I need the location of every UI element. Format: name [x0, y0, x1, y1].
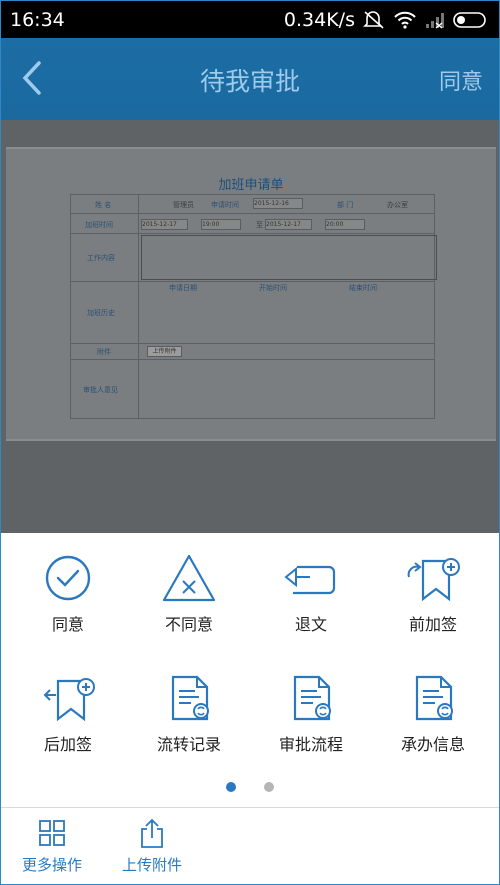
dept-value: 办公室 [387, 201, 408, 209]
overtime-label: 加班时间 [85, 221, 113, 229]
action-return[interactable]: 退文 [249, 533, 373, 643]
approver-opinion-label: 审批人意见 [83, 386, 118, 394]
more-actions-button[interactable]: 更多操作 [7, 808, 97, 884]
screen: 16:34 0.34K/s 待我审批 同意 加班申请单 姓 名 管理员 申请时间… [0, 0, 500, 885]
history-label: 加班历史 [87, 309, 115, 317]
to-text: 至 [256, 221, 263, 229]
action-disagree[interactable]: 不同意 [127, 533, 251, 643]
form-upload-button: 上传附件 [147, 346, 182, 357]
upload-attachment-label: 上传附件 [121, 856, 182, 874]
start-time-field: 19:00 [201, 219, 241, 230]
form-row-divider [71, 343, 434, 344]
history-header-apply-date: 申请日期 [169, 284, 197, 292]
form-title: 加班申请单 [218, 178, 284, 193]
form-row-divider [71, 281, 434, 282]
page-dot-active[interactable] [226, 782, 236, 792]
apply-time-field: 2015-12-16 [253, 198, 303, 209]
signal-icon [426, 13, 444, 29]
action-post-sign[interactable]: 后加签 [6, 653, 130, 763]
battery-icon [453, 12, 486, 28]
check-circle-icon [45, 555, 91, 601]
name-value: 管理员 [173, 201, 194, 209]
page-dot[interactable] [264, 782, 274, 792]
page-indicator [1, 782, 499, 794]
work-content-field [141, 235, 437, 280]
status-time: 16:34 [10, 9, 65, 31]
start-date-field: 2015-12-17 [141, 219, 188, 230]
action-label: 退文 [294, 615, 327, 634]
action-approval-flow[interactable]: 审批流程 [249, 653, 373, 763]
form-row-divider [71, 359, 434, 360]
action-handling-info[interactable]: 承办信息 [371, 653, 495, 763]
dept-label: 部 门 [337, 201, 354, 209]
history-header-start-time: 开始时间 [259, 284, 287, 292]
wifi-icon [394, 11, 416, 29]
upload-attachment-button[interactable]: 上传附件 [107, 808, 197, 884]
form-column-divider [138, 195, 139, 418]
action-label: 审批流程 [278, 735, 343, 754]
mute-icon [363, 11, 384, 29]
network-speed: 0.34K/s [283, 9, 355, 31]
action-label: 流转记录 [156, 735, 221, 754]
triangle-x-icon [162, 554, 216, 602]
action-flow-record[interactable]: 流转记录 [127, 653, 251, 763]
grid-icon [39, 820, 65, 846]
document-refresh-icon [415, 675, 453, 721]
document-refresh-icon [171, 675, 209, 721]
agree-header-button[interactable]: 同意 [439, 64, 483, 96]
form-row-divider [71, 213, 434, 214]
action-label: 同意 [51, 615, 84, 634]
action-label: 前加签 [408, 615, 457, 634]
end-date-field: 2015-12-17 [265, 219, 312, 230]
flag-add-icon [407, 558, 460, 602]
action-label: 承办信息 [400, 735, 465, 754]
app-bar: 待我审批 同意 [1, 38, 499, 120]
attachment-label: 附件 [97, 348, 111, 356]
apply-time-label: 申请时间 [211, 201, 239, 209]
flag-add-back-icon [43, 678, 95, 722]
history-header-end-time: 结束时间 [349, 284, 377, 292]
action-label: 后加签 [43, 735, 92, 754]
return-arrow-icon [284, 565, 336, 595]
form-table: 姓 名 管理员 申请时间 2015-12-16 部 门 办公室 加班时间 201… [70, 194, 437, 419]
status-bar: 16:34 0.34K/s [1, 1, 499, 38]
action-agree[interactable]: 同意 [6, 533, 130, 643]
overtime-form: 加班申请单 姓 名 管理员 申请时间 2015-12-16 部 门 办公室 加班… [6, 147, 496, 441]
work-content-label: 工作内容 [87, 254, 115, 262]
upload-icon [141, 818, 163, 848]
form-preview-overlay: 加班申请单 姓 名 管理员 申请时间 2015-12-16 部 门 办公室 加班… [1, 120, 499, 533]
status-right: 0.34K/s [284, 9, 489, 31]
bottom-toolbar: 更多操作 上传附件 [1, 807, 499, 884]
action-sheet: 同意 不同意 退文 前加签 后加签 流转记录 审批流程 承办信息 更多操作 上传… [1, 533, 499, 884]
name-label: 姓 名 [95, 201, 112, 209]
more-actions-label: 更多操作 [21, 856, 82, 874]
action-pre-sign[interactable]: 前加签 [371, 533, 495, 643]
document-refresh-icon [293, 675, 331, 721]
action-label: 不同意 [164, 615, 213, 634]
form-row-divider [71, 233, 434, 234]
end-time-field: 20:00 [325, 219, 365, 230]
page-title: 待我审批 [199, 67, 300, 96]
